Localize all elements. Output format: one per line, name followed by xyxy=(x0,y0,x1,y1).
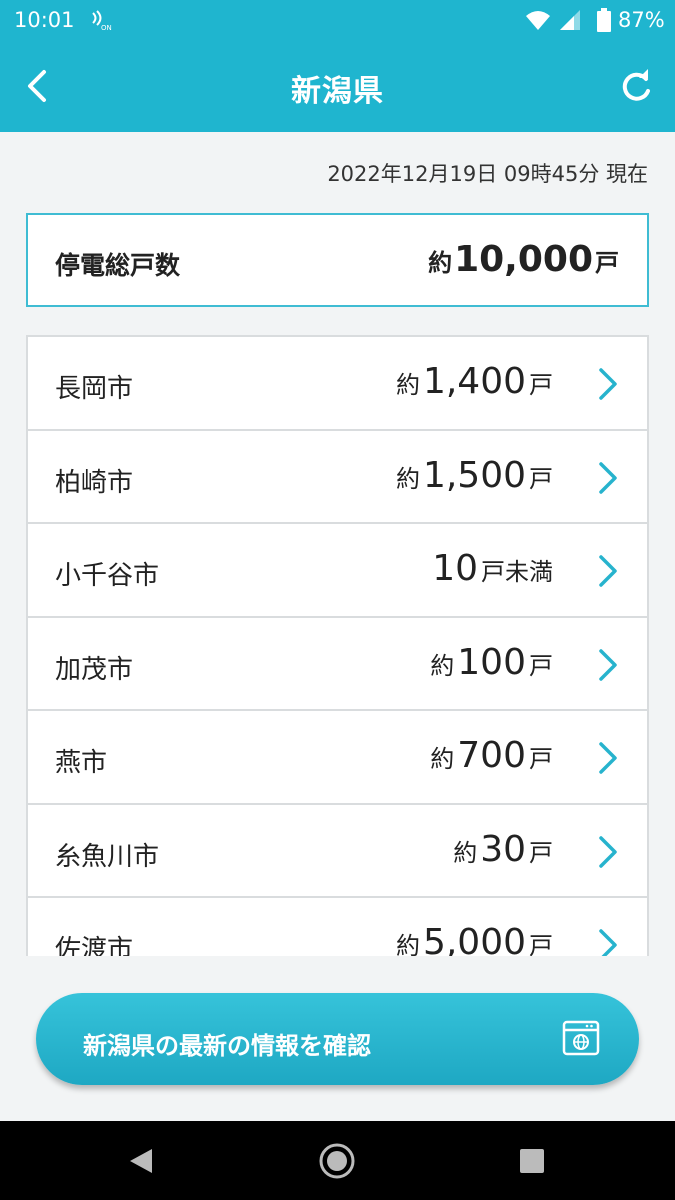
chevron-right-icon xyxy=(599,555,617,587)
battery-percent: 87% xyxy=(618,8,665,32)
nav-back-icon[interactable] xyxy=(126,1145,156,1177)
count-number: 1,400 xyxy=(422,361,526,402)
nfc-icon: ON xyxy=(92,10,112,31)
city-count: 約100 戸 xyxy=(430,642,553,683)
city-name: 加茂市 xyxy=(55,654,134,685)
system-nav-bar xyxy=(0,1121,675,1200)
city-name: 佐渡市 xyxy=(55,935,134,956)
check-latest-info-label: 新潟県の最新の情報を確認 xyxy=(83,1032,371,1060)
chevron-left-icon[interactable] xyxy=(18,64,62,108)
total-outage-card: 停電総戸数 約10,000戸 xyxy=(26,213,649,307)
count-number: 5,000 xyxy=(422,922,526,956)
total-number: 10,000 xyxy=(454,239,593,280)
refresh-icon[interactable] xyxy=(614,65,658,109)
page-title: 新潟県 xyxy=(291,74,384,109)
list-item[interactable]: 糸魚川市 約30 戸 xyxy=(28,804,647,898)
status-bar: 10:01 ON 87% xyxy=(0,0,675,40)
total-value: 約10,000戸 xyxy=(428,239,619,280)
city-count: 約1,500 戸 xyxy=(396,455,553,496)
count-unit: 戸 xyxy=(529,651,553,680)
chevron-right-icon xyxy=(599,368,617,400)
nav-recent-icon[interactable] xyxy=(518,1147,546,1175)
list-item[interactable]: 柏崎市 約1,500 戸 xyxy=(28,430,647,524)
city-name: 柏崎市 xyxy=(55,467,134,498)
total-label: 停電総戸数 xyxy=(55,251,181,280)
chevron-right-icon xyxy=(599,742,617,774)
count-unit: 戸 xyxy=(529,464,553,493)
battery-icon xyxy=(597,8,611,32)
list-item[interactable]: 長岡市 約1,400 戸 xyxy=(28,337,647,431)
check-latest-info-button[interactable]: 新潟県の最新の情報を確認 xyxy=(36,993,639,1085)
city-list: 長岡市 約1,400 戸 柏崎市 約1,500 戸 小千谷市 10 戸未満 加茂市 約… xyxy=(26,335,649,956)
count-unit: 戸未満 xyxy=(481,558,553,586)
count-number: 10 xyxy=(432,548,478,589)
count-prefix: 約 xyxy=(395,932,420,956)
count-unit: 戸 xyxy=(529,838,553,867)
count-prefix: 約 xyxy=(395,371,420,399)
city-name: 糸魚川市 xyxy=(55,841,160,872)
city-name: 燕市 xyxy=(55,748,108,778)
city-count: 約5,000 戸 xyxy=(396,922,553,956)
count-number: 30 xyxy=(480,828,526,870)
count-number: 100 xyxy=(457,641,526,683)
count-prefix: 約 xyxy=(430,651,455,680)
list-item[interactable]: 加茂市 約100 戸 xyxy=(28,617,647,711)
update-timestamp: 2022年12月19日 09時45分 現在 xyxy=(327,162,648,186)
wifi-icon xyxy=(526,11,550,30)
list-item[interactable]: 佐渡市 約5,000 戸 xyxy=(28,898,647,956)
count-prefix: 約 xyxy=(453,838,478,867)
city-name: 長岡市 xyxy=(55,374,134,404)
status-time: 10:01 xyxy=(14,8,75,32)
count-number: 1,500 xyxy=(422,454,526,496)
app-header: 新潟県 xyxy=(0,40,675,132)
nav-home-icon[interactable] xyxy=(318,1142,356,1180)
city-count: 10 戸未満 xyxy=(429,548,553,589)
city-count: 約700 戸 xyxy=(430,735,553,776)
list-item[interactable]: 小千谷市 10 戸未満 xyxy=(28,524,647,618)
city-name: 小千谷市 xyxy=(55,561,160,591)
count-unit: 戸 xyxy=(529,371,553,399)
signal-icon xyxy=(560,10,580,30)
total-prefix: 約 xyxy=(428,249,453,277)
count-prefix: 約 xyxy=(430,745,455,773)
count-prefix: 約 xyxy=(395,464,420,493)
chevron-right-icon xyxy=(599,461,617,494)
count-unit: 戸 xyxy=(529,932,553,956)
city-count: 約30 戸 xyxy=(453,829,553,870)
count-number: 700 xyxy=(457,735,526,776)
chevron-right-icon xyxy=(599,929,617,956)
chevron-right-icon xyxy=(599,835,617,868)
svg-text:ON: ON xyxy=(101,24,112,31)
city-count: 約1,400 戸 xyxy=(396,361,553,402)
browser-icon xyxy=(562,1020,600,1056)
count-unit: 戸 xyxy=(529,745,553,773)
chevron-right-icon xyxy=(599,648,617,681)
list-item[interactable]: 燕市 約700 戸 xyxy=(28,711,647,805)
total-unit: 戸 xyxy=(595,249,619,277)
